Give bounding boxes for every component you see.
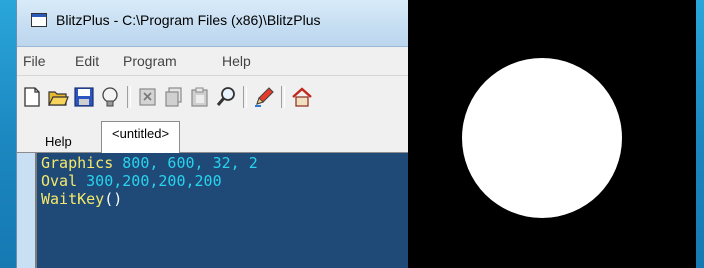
code-keyword: Oval [41, 172, 78, 190]
menu-program[interactable]: Program [123, 53, 177, 69]
toolbar-separator [243, 86, 247, 108]
tab-help[interactable]: Help [39, 130, 78, 152]
paste-icon[interactable] [189, 86, 211, 108]
cut-icon[interactable] [137, 86, 159, 108]
code-line[interactable]: WaitKey() [37, 190, 409, 208]
menu-help[interactable]: Help [222, 53, 251, 69]
code-keyword: WaitKey [41, 190, 105, 208]
white-oval [462, 58, 622, 218]
editor-tabs: Help <untitled> [17, 118, 409, 153]
tab-untitled[interactable]: <untitled> [101, 121, 181, 153]
code-line[interactable]: Graphics 800, 600, 32, 2 [37, 154, 409, 172]
save-disk-icon[interactable] [73, 86, 95, 108]
ide-window: BlitzPlus - C:\Program Files (x86)\Blitz… [16, 0, 409, 268]
find-magnifier-icon[interactable] [215, 86, 237, 108]
code-text: () [104, 190, 123, 208]
code-editor[interactable]: Graphics 800, 600, 32, 2 Oval 300,200,200… [35, 153, 409, 268]
open-folder-icon[interactable] [47, 86, 69, 108]
toolbar [17, 76, 409, 118]
menu-edit[interactable]: Edit [75, 53, 99, 69]
app-window-icon [31, 13, 47, 27]
run-pencil-icon[interactable] [253, 86, 275, 108]
code-line[interactable]: Oval 300,200,200,200 [37, 172, 409, 190]
toolbar-separator [127, 86, 131, 108]
code-keyword: Graphics [41, 154, 114, 172]
toolbar-separator [281, 86, 285, 108]
new-file-icon[interactable] [21, 86, 43, 108]
copy-icon[interactable] [163, 86, 185, 108]
menu-file[interactable]: File [23, 53, 46, 69]
code-arguments: 800, 600, 32, 2 [113, 154, 258, 172]
window-title: BlitzPlus - C:\Program Files (x86)\Blitz… [56, 12, 321, 28]
title-bar[interactable]: BlitzPlus - C:\Program Files (x86)\Blitz… [17, 0, 409, 47]
lightbulb-icon[interactable] [99, 86, 121, 108]
menu-bar: File Edit Program Help [17, 47, 409, 76]
code-arguments: 300,200,200,200 [77, 172, 222, 190]
home-icon[interactable] [291, 86, 313, 108]
